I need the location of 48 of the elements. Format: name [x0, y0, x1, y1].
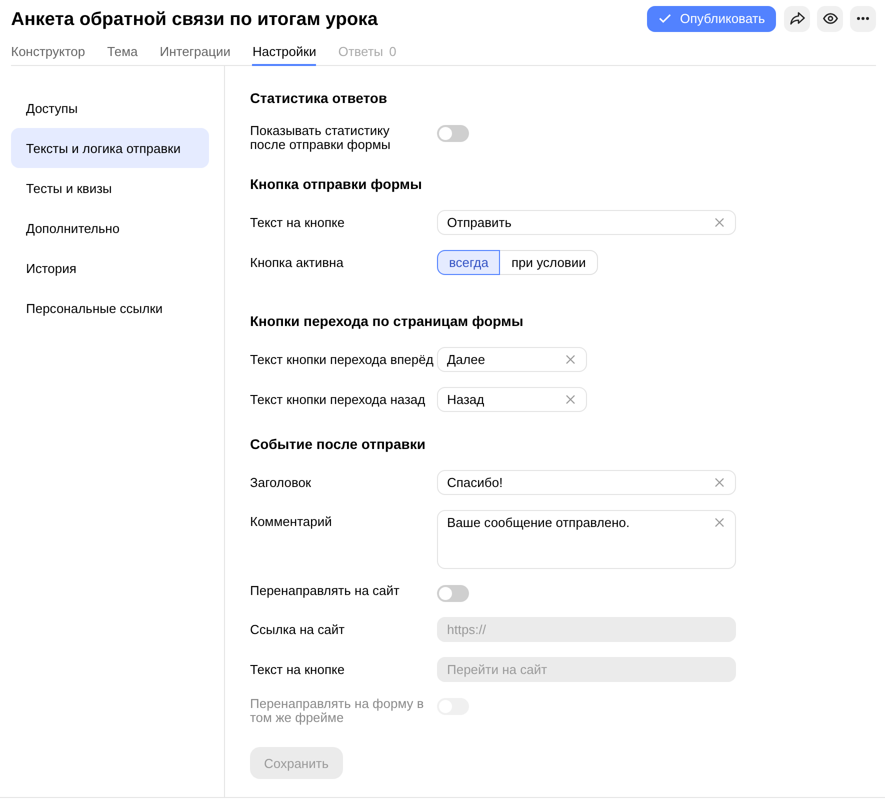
- field-label: Заголовок: [250, 476, 312, 490]
- field-label: Текст кнопки перехода назад: [250, 392, 426, 406]
- text-field[interactable]: Спасибо!: [437, 470, 736, 495]
- text-field[interactable]: Отправить: [437, 210, 736, 235]
- field-label: Кнопка активна: [250, 256, 344, 270]
- section-heading: Кнопки перехода по страницам формы: [250, 312, 524, 331]
- form-title: Анкета обратной связи по итогам урока: [11, 6, 379, 30]
- toggle-switch[interactable]: [437, 125, 469, 142]
- tab[interactable]: Интеграции: [160, 37, 230, 66]
- clear-icon[interactable]: [715, 478, 724, 487]
- sidebar-item[interactable]: История: [11, 248, 209, 288]
- field-label: Комментарий: [250, 513, 333, 529]
- toggle-label: Показывать статистику после отправки формы: [250, 124, 392, 152]
- toggle-label: Перенаправлять на сайт: [250, 584, 400, 598]
- field-label: Ссылка на сайт: [250, 622, 346, 636]
- text-field[interactable]: Назад: [437, 387, 587, 412]
- clear-icon[interactable]: [715, 518, 724, 527]
- share-button[interactable]: [784, 6, 810, 32]
- tab[interactable]: Настройки: [252, 37, 316, 66]
- tab[interactable]: Тема: [107, 37, 138, 66]
- segment-option[interactable]: при условии: [499, 250, 598, 275]
- clear-icon[interactable]: [566, 395, 575, 404]
- sidebar-item[interactable]: Доступы: [11, 88, 209, 128]
- clear-icon[interactable]: [715, 218, 724, 227]
- sidebar-item[interactable]: Персональные ссылки: [11, 288, 209, 328]
- share-icon: [790, 12, 804, 25]
- text-area[interactable]: Ваше сообщение отправлено.: [437, 510, 736, 569]
- field-label: Текст на кнопке: [250, 216, 346, 230]
- tab[interactable]: Конструктор: [11, 37, 86, 66]
- segment-option[interactable]: всегда: [437, 250, 500, 275]
- sidebar-item[interactable]: Тексты и логика отправки: [11, 128, 209, 168]
- eye-icon: [822, 13, 838, 24]
- check-icon: [658, 14, 671, 23]
- sidebar-item[interactable]: Тесты и квизы: [11, 168, 209, 208]
- publish-button[interactable]: Опубликовать: [646, 6, 776, 32]
- section-heading: Событие после отправки: [250, 435, 426, 454]
- sidebar-item[interactable]: Дополнительно: [11, 208, 209, 248]
- more-icon: [857, 17, 869, 20]
- toggle-switch[interactable]: [437, 585, 469, 602]
- section-heading: Статистика ответов: [250, 89, 388, 108]
- toggle-label: Перенаправлять на форму в том же фрейме: [250, 697, 425, 725]
- text-field[interactable]: Далее: [437, 347, 587, 372]
- more-button[interactable]: [850, 6, 876, 32]
- clear-icon[interactable]: [566, 355, 575, 364]
- field-label: Текст кнопки перехода вперёд: [250, 352, 434, 366]
- section-heading: Кнопка отправки формы: [250, 175, 423, 194]
- field-label: Текст на кнопке: [250, 662, 346, 676]
- preview-button[interactable]: [817, 6, 843, 32]
